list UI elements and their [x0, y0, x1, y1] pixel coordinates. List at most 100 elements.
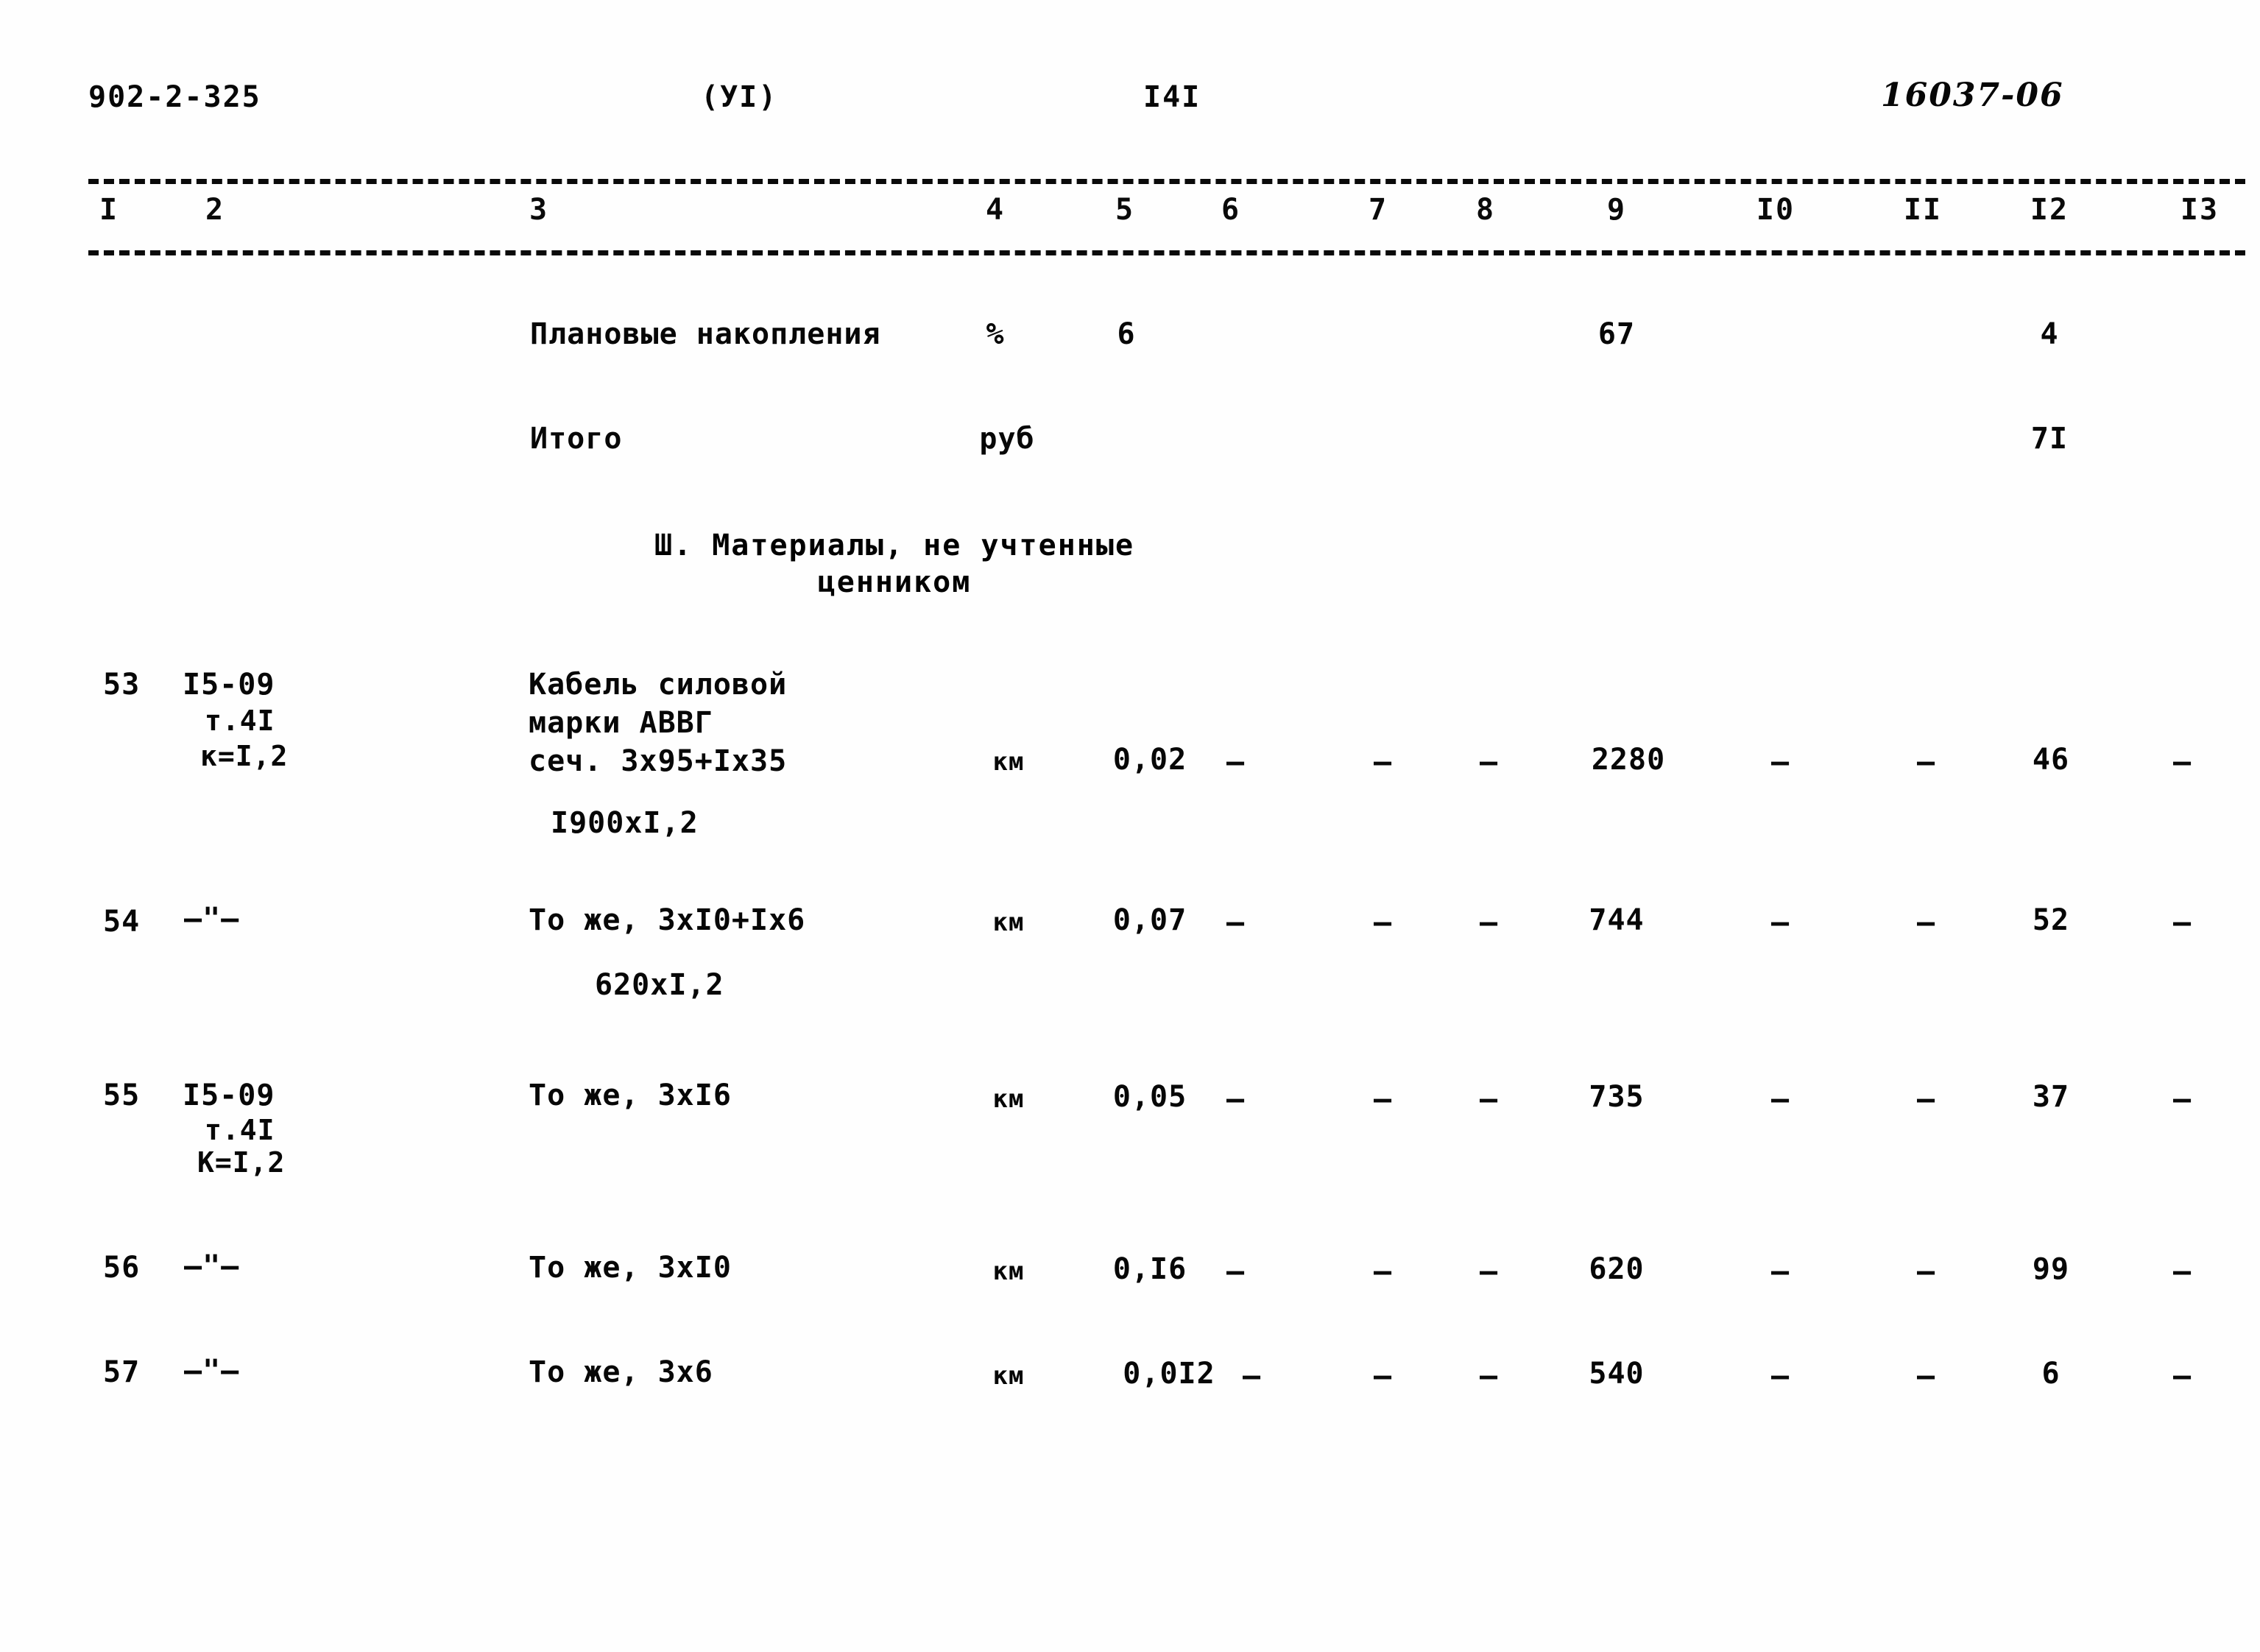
row-number: 56 [103, 1251, 141, 1285]
row-number: 54 [103, 905, 141, 939]
section-title-line-2: ценником [817, 565, 972, 599]
row-unit: км [992, 908, 1025, 937]
part-marker: (УI) [701, 80, 778, 114]
row-col13: – [2172, 1254, 2192, 1288]
row-col8: – [1479, 745, 1498, 779]
row-code-line-1: –"– [184, 902, 240, 936]
column-header-12: I2 [2030, 193, 2069, 227]
row-col7: – [1373, 1254, 1392, 1288]
row-col10: – [1770, 906, 1790, 939]
row-col10: – [1770, 1254, 1790, 1288]
row-col11: – [1916, 1359, 1935, 1393]
row-code-line-3: К=I,2 [197, 1146, 286, 1179]
row-col7: – [1373, 906, 1392, 939]
row-name-line-1: Кабель силовой [529, 668, 788, 702]
row-col11: – [1916, 745, 1935, 779]
column-header-7: 7 [1368, 193, 1388, 227]
row-code-line-1: –"– [184, 1354, 240, 1388]
row-col12: 52 [2032, 903, 2070, 937]
page-number: I4I [1143, 80, 1201, 114]
row-code-line-1: I5-09 [183, 1079, 275, 1112]
column-header-1: I [99, 193, 119, 227]
row-col9: 735 [1589, 1080, 1645, 1114]
row-col5: 0,I6 [1112, 1252, 1187, 1286]
row-col8: – [1479, 1082, 1498, 1116]
row-col9: 744 [1589, 903, 1645, 937]
row-name-line-4: 620xI,2 [595, 968, 724, 1002]
row-col7: – [1373, 1359, 1392, 1393]
row-unit: км [992, 1361, 1025, 1391]
column-header-3: 3 [529, 193, 549, 227]
document-code: 902-2-325 [88, 80, 261, 114]
row-name-line-1: То же, 3x6 [529, 1355, 713, 1389]
row-code-line-2: т.4I [205, 705, 275, 737]
row-col9: 620 [1589, 1252, 1645, 1286]
table-top-rule [88, 179, 2245, 184]
row-col6: – [1226, 745, 1245, 779]
row-col5: 0,07 [1112, 903, 1187, 937]
column-header-4: 4 [985, 193, 1006, 227]
row-col12: 37 [2032, 1080, 2070, 1114]
row-col7: – [1373, 1082, 1392, 1116]
column-header-10: I0 [1756, 193, 1795, 227]
row-col6: – [1242, 1359, 1261, 1393]
column-header-13: I3 [2180, 193, 2220, 227]
row-name-line-1: То же, 3xI6 [529, 1079, 732, 1112]
row-col5: 0,0I2 [1123, 1357, 1215, 1391]
row-code-line-3: к=I,2 [200, 740, 289, 772]
section-title-line-1: Ш. Материалы, не учтенные [654, 529, 1135, 562]
row-col13: – [2172, 745, 2192, 779]
row-col12: 6 [2041, 1357, 2061, 1391]
row-col13: – [2172, 906, 2192, 939]
row-col11: – [1916, 906, 1935, 939]
column-header-11: II [1903, 193, 1943, 227]
row-col7: – [1373, 745, 1392, 779]
row-name-line-3: сеч. 3x95+Ix35 [529, 744, 788, 778]
row-col8: – [1479, 1254, 1498, 1288]
column-header-6: 6 [1221, 193, 1241, 227]
summary-row-col5-planovye: 6 [1117, 317, 1136, 351]
column-header-8: 8 [1475, 193, 1496, 227]
row-code-line-1: I5-09 [183, 668, 275, 702]
row-col11: – [1916, 1082, 1935, 1116]
row-col8: – [1479, 1359, 1498, 1393]
summary-row-col12-itogo: 7I [2030, 422, 2069, 456]
summary-row-col9-planovye: 67 [1597, 317, 1636, 351]
row-number: 57 [103, 1355, 141, 1389]
row-col10: – [1770, 745, 1790, 779]
row-number: 53 [103, 668, 141, 702]
row-unit: км [992, 1084, 1025, 1114]
row-col10: – [1770, 1082, 1790, 1116]
archive-stamp: 16037-06 [1881, 77, 2064, 114]
row-name-line-4: I900xI,2 [551, 806, 699, 840]
row-unit: км [992, 747, 1025, 777]
column-header-2: 2 [205, 193, 225, 227]
row-col8: – [1479, 906, 1498, 939]
row-number: 55 [103, 1079, 141, 1112]
summary-row-label-planovye: Плановые накопления [530, 317, 881, 351]
summary-row-label-itogo: Итого [530, 422, 623, 456]
row-col10: – [1770, 1359, 1790, 1393]
row-col9: 2280 [1591, 743, 1666, 777]
row-col12: 99 [2032, 1252, 2070, 1286]
row-col11: – [1916, 1254, 1935, 1288]
row-col13: – [2172, 1082, 2192, 1116]
row-col12: 46 [2032, 743, 2070, 777]
row-col13: – [2172, 1359, 2192, 1393]
table-header-rule [88, 250, 2245, 255]
row-col6: – [1226, 906, 1245, 939]
row-col5: 0,02 [1112, 743, 1187, 777]
row-name-line-1: То же, 3xI0+Ix6 [529, 903, 806, 937]
summary-row-col12-planovye: 4 [2040, 317, 2059, 351]
row-name-line-2: марки АВВГ [529, 706, 713, 740]
document-page: 902-2-325 (УI) I4I 16037-06 I 2 3 4 5 6 … [0, 0, 2260, 1652]
column-header-9: 9 [1606, 193, 1627, 227]
row-unit: км [992, 1257, 1025, 1286]
row-col9: 540 [1589, 1357, 1645, 1391]
row-col6: – [1226, 1254, 1245, 1288]
summary-row-unit-itogo: руб [979, 422, 1035, 456]
column-header-5: 5 [1115, 193, 1135, 227]
row-code-line-1: –"– [184, 1249, 240, 1283]
row-name-line-1: То же, 3xI0 [529, 1251, 732, 1285]
row-col6: – [1226, 1082, 1245, 1116]
